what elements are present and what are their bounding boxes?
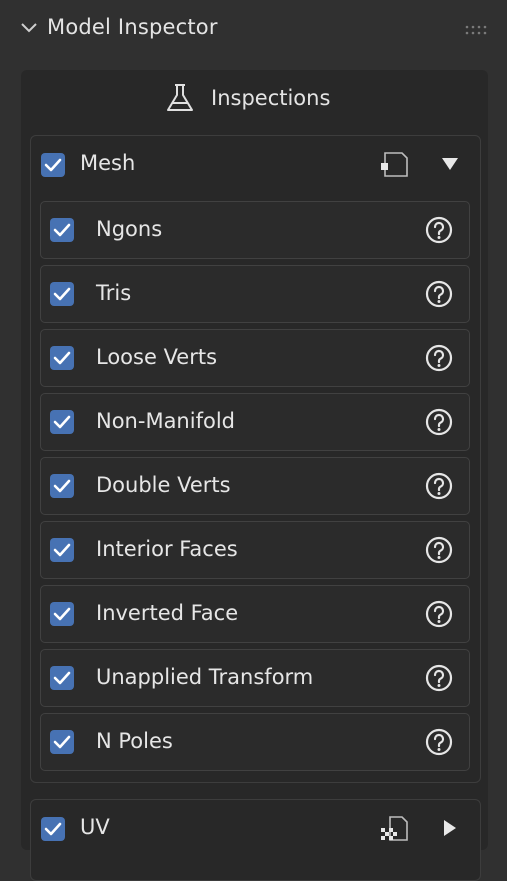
drag-grip-icon[interactable]: [464, 24, 488, 36]
ngons-checkbox[interactable]: [50, 218, 74, 242]
inverted-face-checkbox[interactable]: [50, 602, 74, 626]
panel-header[interactable]: Model Inspector: [0, 0, 507, 60]
checkmark-icon: [53, 735, 71, 749]
n-poles-checkbox[interactable]: [50, 730, 74, 754]
mesh-group: Mesh Ngons Tris Loose Verts Non-Manifold: [30, 135, 481, 783]
checkmark-icon: [53, 223, 71, 237]
help-icon[interactable]: [425, 536, 453, 564]
unapplied-transform-checkbox[interactable]: [50, 666, 74, 690]
loose-verts-checkbox[interactable]: [50, 346, 74, 370]
checkmark-icon: [53, 607, 71, 621]
item-label: Interior Faces: [96, 537, 238, 561]
list-item-interior-faces: Interior Faces: [40, 521, 470, 579]
inspections-panel: Inspections Mesh Ngons Tris Loose Verts …: [21, 70, 488, 881]
list-item-double-verts: Double Verts: [40, 457, 470, 515]
interior-faces-checkbox[interactable]: [50, 538, 74, 562]
checkmark-icon: [53, 351, 71, 365]
panel-header-title: Model Inspector: [47, 15, 218, 39]
list-item-unapplied-transform: Unapplied Transform: [40, 649, 470, 707]
help-icon[interactable]: [425, 408, 453, 436]
mesh-label: Mesh: [80, 151, 136, 175]
checkmark-icon: [44, 158, 62, 172]
list-item-loose-verts: Loose Verts: [40, 329, 470, 387]
item-label: Double Verts: [96, 473, 231, 497]
item-label: Inverted Face: [96, 601, 239, 625]
uv-checker-icon[interactable]: [380, 815, 410, 843]
mesh-mode-icon[interactable]: [380, 151, 410, 179]
help-icon[interactable]: [425, 728, 453, 756]
collapse-arrow-icon[interactable]: [440, 156, 460, 172]
uv-checkbox[interactable]: [41, 817, 65, 841]
checkmark-icon: [53, 287, 71, 301]
uv-group: UV: [30, 799, 481, 881]
inspections-header: Inspections: [21, 70, 488, 132]
list-item-non-manifold: Non-Manifold: [40, 393, 470, 451]
help-icon[interactable]: [425, 344, 453, 372]
checkmark-icon: [53, 671, 71, 685]
list-item-tris: Tris: [40, 265, 470, 323]
help-icon[interactable]: [425, 280, 453, 308]
item-label: N Poles: [96, 729, 173, 753]
item-label: Loose Verts: [96, 345, 218, 369]
flask-icon: [167, 84, 193, 111]
checkmark-icon: [53, 543, 71, 557]
list-item-ngons: Ngons: [40, 201, 470, 259]
non-manifold-checkbox[interactable]: [50, 410, 74, 434]
chevron-down-icon[interactable]: [20, 21, 38, 35]
help-icon[interactable]: [425, 216, 453, 244]
double-verts-checkbox[interactable]: [50, 474, 74, 498]
item-label: Tris: [96, 281, 132, 305]
list-item-inverted-face: Inverted Face: [40, 585, 470, 643]
checkmark-icon: [53, 479, 71, 493]
item-label: Unapplied Transform: [96, 665, 314, 689]
help-icon[interactable]: [425, 664, 453, 692]
checkmark-icon: [44, 822, 62, 836]
help-icon[interactable]: [425, 600, 453, 628]
checkmark-icon: [53, 415, 71, 429]
item-label: Non-Manifold: [96, 409, 235, 433]
list-item-n-poles: N Poles: [40, 713, 470, 771]
help-icon[interactable]: [425, 472, 453, 500]
expand-arrow-icon[interactable]: [442, 818, 458, 838]
tris-checkbox[interactable]: [50, 282, 74, 306]
uv-label: UV: [80, 815, 110, 839]
mesh-checkbox[interactable]: [41, 153, 65, 177]
item-label: Ngons: [96, 217, 163, 241]
inspections-title: Inspections: [211, 86, 331, 110]
